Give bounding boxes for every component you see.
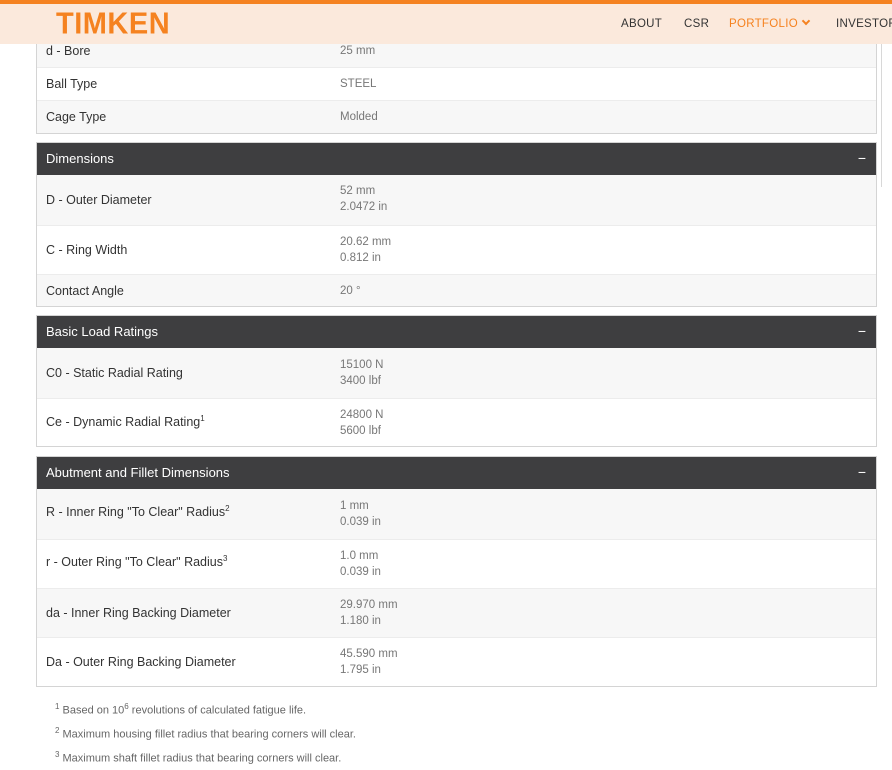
- spec-label-text: r - Outer Ring "To Clear" Radius: [46, 555, 223, 570]
- value-metric: 1 mm: [340, 500, 369, 512]
- dimensions-panel: Dimensions − D - Outer Diameter 52 mm 2.0…: [36, 142, 877, 307]
- site-header: TIMKEN ABOUT CSR PORTFOLIO INVESTORS: [0, 0, 892, 44]
- abutment-header[interactable]: Abutment and Fillet Dimensions −: [37, 457, 876, 489]
- spec-label: Contact Angle: [46, 284, 124, 298]
- spec-label: R - Inner Ring "To Clear" Radius2: [46, 504, 230, 519]
- footnote-2: 2 Maximum housing fillet radius that bea…: [55, 721, 356, 745]
- table-row: R - Inner Ring "To Clear" Radius2 1 mm 0.…: [37, 489, 876, 539]
- value-imperial: 2.0472 in: [340, 201, 388, 213]
- footnote-number: 2: [55, 726, 60, 736]
- value-imperial: 0.039 in: [340, 516, 381, 528]
- footnote-number: 1: [55, 702, 60, 711]
- footnote-text: Maximum shaft fillet radius that bearing…: [62, 752, 342, 765]
- value-metric: 45.590 mm: [340, 648, 398, 660]
- spec-value: 52 mm 2.0472 in: [340, 183, 387, 215]
- footnote-text-rest: revolutions of calculated fatigue life.: [128, 704, 307, 717]
- panel-title: Basic Load Ratings: [46, 324, 159, 339]
- spec-value: 24800 N 5600 lbf: [340, 407, 383, 439]
- spec-label: r - Outer Ring "To Clear" Radius3: [46, 554, 227, 569]
- spec-label: C0 - Static Radial Rating: [46, 366, 183, 380]
- table-row: C - Ring Width 20.62 mm 0.812 in: [37, 225, 876, 274]
- footnote-text: Maximum housing fillet radius that beari…: [62, 728, 356, 741]
- table-row: D - Outer Diameter 52 mm 2.0472 in: [37, 175, 876, 225]
- footnote-number: 3: [55, 750, 60, 760]
- general-panel: d - Bore 25 mm Ball Type STEEL Cage Type…: [36, 34, 877, 134]
- panel-title: Abutment and Fillet Dimensions: [46, 465, 230, 480]
- spec-value: 20 °: [340, 285, 361, 297]
- footnote-1: 1 Based on 106 revolutions of calculated…: [55, 697, 356, 721]
- value-metric: 20.62 mm: [340, 236, 392, 248]
- value-imperial: 1.795 in: [340, 664, 381, 676]
- value-imperial: 1.180 in: [340, 615, 381, 627]
- value-metric: 24800 N: [340, 409, 384, 421]
- nav-investors[interactable]: INVESTORS: [836, 18, 892, 30]
- collapse-icon[interactable]: −: [858, 316, 866, 346]
- spec-label: C - Ring Width: [46, 243, 128, 257]
- footnote-ref: 2: [225, 504, 230, 513]
- panel-title: Dimensions: [46, 151, 114, 166]
- value-imperial: 0.039 in: [340, 566, 381, 578]
- footnotes: 1 Based on 106 revolutions of calculated…: [55, 697, 356, 769]
- spec-label: da - Inner Ring Backing Diameter: [46, 606, 231, 620]
- footnote-3: 3 Maximum shaft fillet radius that beari…: [55, 745, 356, 769]
- spec-label: d - Bore: [46, 44, 91, 58]
- nav-csr[interactable]: CSR: [684, 18, 709, 30]
- timken-logo[interactable]: TIMKEN: [56, 7, 170, 42]
- nav-portfolio[interactable]: PORTFOLIO: [729, 16, 811, 30]
- abutment-panel: Abutment and Fillet Dimensions − R - Inn…: [36, 456, 877, 687]
- spec-label: Ce - Dynamic Radial Rating1: [46, 414, 205, 429]
- spec-label-text: Ce - Dynamic Radial Rating: [46, 415, 201, 430]
- spec-value: 25 mm: [340, 45, 376, 57]
- footnote-ref: 3: [223, 554, 228, 563]
- table-row: r - Outer Ring "To Clear" Radius3 1.0 mm…: [37, 539, 876, 588]
- spec-value: 20.62 mm 0.812 in: [340, 234, 391, 266]
- table-row: Ce - Dynamic Radial Rating1 24800 N 5600 …: [37, 398, 876, 447]
- nav-about[interactable]: ABOUT: [621, 18, 662, 30]
- table-row: Cage Type Molded: [37, 100, 876, 133]
- scroll-edge: [881, 44, 882, 187]
- table-row: da - Inner Ring Backing Diameter 29.970 …: [37, 588, 876, 637]
- spec-value: 45.590 mm 1.795 in: [340, 646, 398, 678]
- load-ratings-panel: Basic Load Ratings − C0 - Static Radial …: [36, 315, 877, 447]
- spec-label: Ball Type: [46, 77, 98, 91]
- value-metric: 52 mm: [340, 185, 376, 197]
- value-metric: 29.970 mm: [340, 599, 398, 611]
- spec-label: Da - Outer Ring Backing Diameter: [46, 655, 236, 669]
- spec-label-text: R - Inner Ring "To Clear" Radius: [46, 505, 226, 520]
- spec-value: 15100 N 3400 lbf: [340, 357, 383, 389]
- spec-value: 29.970 mm 1.180 in: [340, 597, 398, 629]
- dimensions-header[interactable]: Dimensions −: [37, 143, 876, 175]
- footnote-ref: 1: [200, 414, 205, 423]
- spec-label: D - Outer Diameter: [46, 193, 152, 207]
- value-imperial: 3400 lbf: [340, 375, 381, 387]
- spec-value: Molded: [340, 111, 378, 123]
- footnote-text: Based on 10: [62, 704, 125, 717]
- collapse-icon[interactable]: −: [858, 457, 866, 487]
- spec-value: 1 mm 0.039 in: [340, 498, 381, 530]
- value-metric: 1.0 mm: [340, 550, 379, 562]
- table-row: Da - Outer Ring Backing Diameter 45.590 …: [37, 637, 876, 686]
- chevron-down-icon: [801, 16, 811, 26]
- value-metric: 15100 N: [340, 359, 384, 371]
- table-row: Ball Type STEEL: [37, 67, 876, 100]
- collapse-icon[interactable]: −: [858, 143, 866, 173]
- table-row: C0 - Static Radial Rating 15100 N 3400 lb…: [37, 348, 876, 398]
- spec-value: STEEL: [340, 78, 377, 90]
- spec-label: Cage Type: [46, 110, 107, 124]
- value-imperial: 0.812 in: [340, 252, 381, 264]
- table-row: Contact Angle 20 °: [37, 274, 876, 306]
- value-imperial: 5600 lbf: [340, 425, 381, 437]
- nav-portfolio-label: PORTFOLIO: [729, 18, 798, 30]
- load-ratings-header[interactable]: Basic Load Ratings −: [37, 316, 876, 348]
- spec-value: 1.0 mm 0.039 in: [340, 548, 381, 580]
